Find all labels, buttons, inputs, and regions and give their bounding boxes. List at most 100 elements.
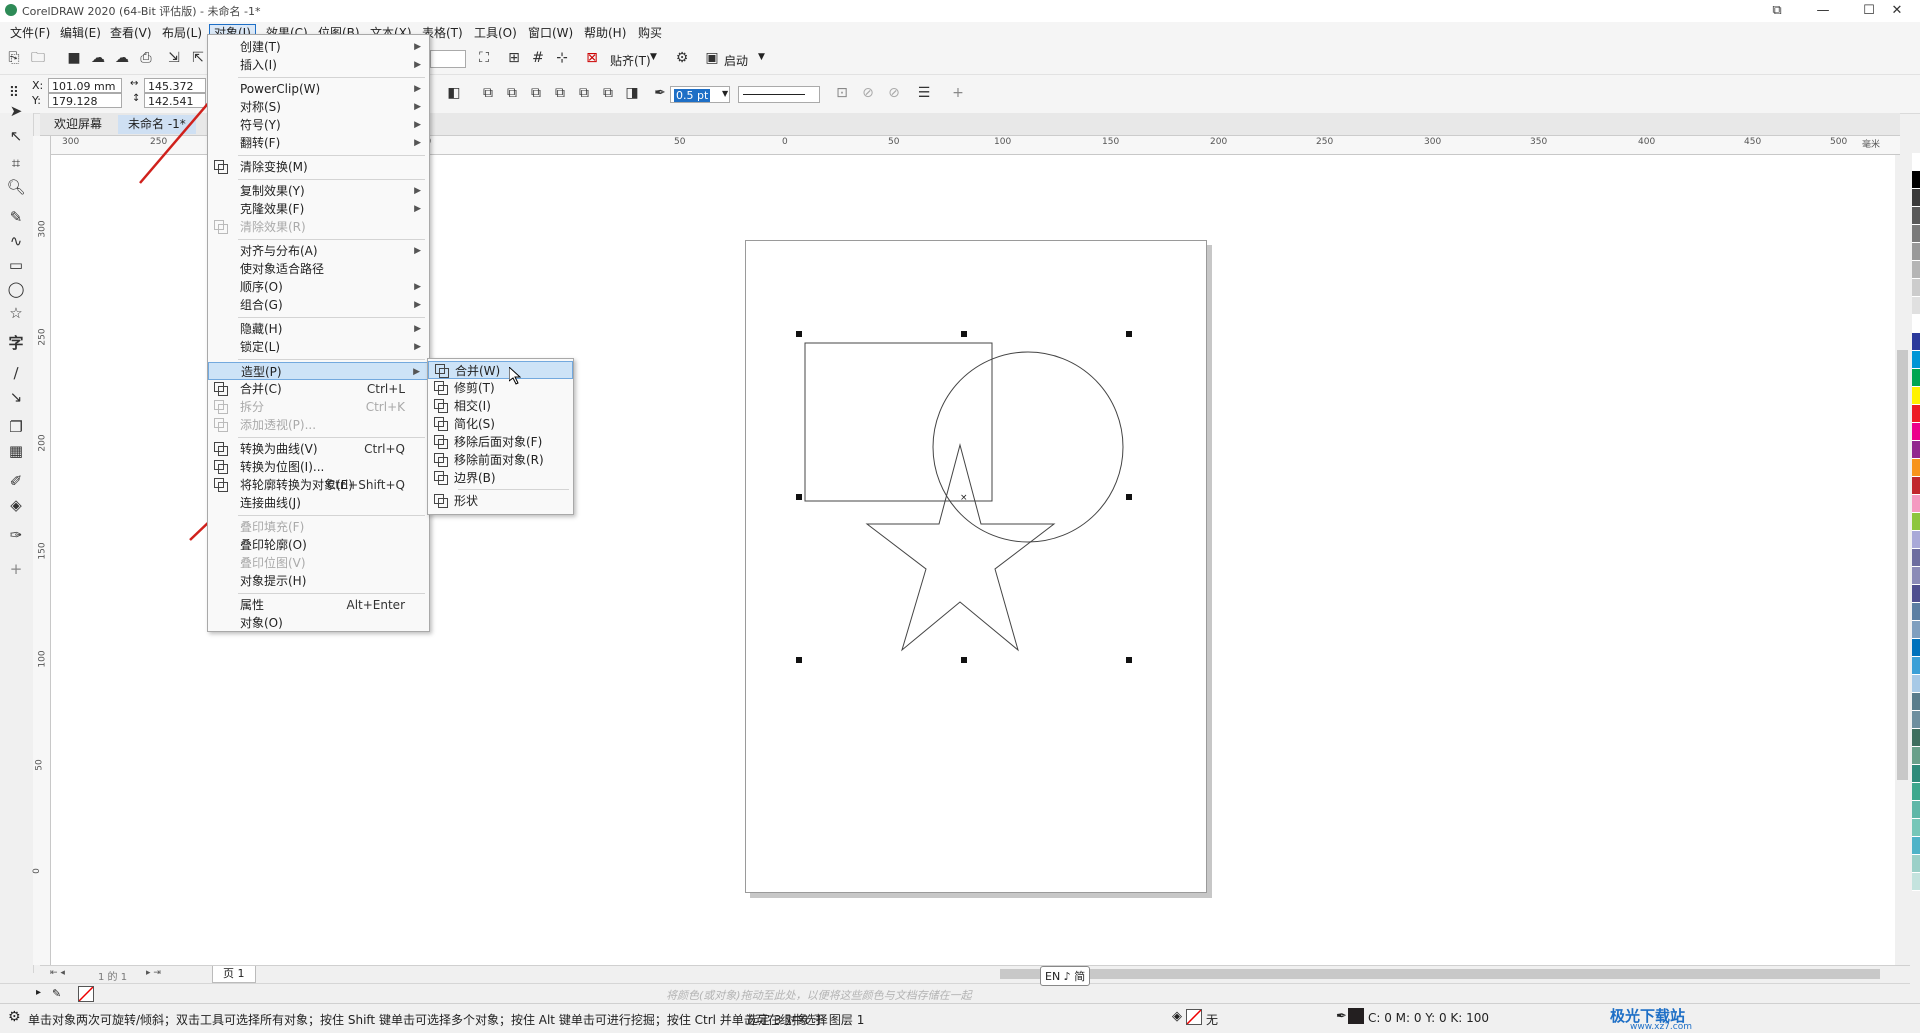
palette-swatch[interactable]: [1912, 837, 1920, 855]
palette-swatch[interactable]: [1912, 567, 1920, 585]
palette-swatch[interactable]: [1912, 585, 1920, 603]
palette-swatch[interactable]: [1912, 459, 1920, 477]
object-menu-item[interactable]: 转换为曲线(V) Ctrl+Q: [208, 440, 429, 458]
object-menu-item[interactable]: 合并(C) Ctrl+L: [208, 380, 429, 398]
palette-swatch[interactable]: [1912, 693, 1920, 711]
shaping-item[interactable]: 修剪(T): [428, 379, 573, 397]
object-menu-item[interactable]: 对称(S) ▶: [208, 98, 429, 116]
object-menu-item[interactable]: 符号(Y) ▶: [208, 116, 429, 134]
object-menu-item[interactable]: 锁定(L) ▶: [208, 338, 429, 356]
object-menu-item[interactable]: 创建(T) ▶: [208, 38, 429, 56]
palette-swatch[interactable]: [1912, 207, 1920, 225]
palette-swatch[interactable]: [1912, 819, 1920, 837]
menu-separator: [238, 179, 425, 180]
object-menu-item[interactable]: 插入(I) ▶: [208, 56, 429, 74]
palette-swatch[interactable]: [1912, 495, 1920, 513]
gear-icon[interactable]: ⚙: [8, 1009, 21, 1025]
palette-swatch[interactable]: [1912, 441, 1920, 459]
horizontal-scroll-thumb[interactable]: [1000, 969, 1880, 979]
shaping-item[interactable]: 合并(W): [428, 361, 573, 379]
palette-swatch[interactable]: [1912, 423, 1920, 441]
object-menu-item[interactable]: 使对象适合路径: [208, 260, 429, 278]
object-menu-item[interactable]: 连接曲线(J): [208, 494, 429, 512]
star-shape[interactable]: [865, 443, 1056, 652]
palette-swatch[interactable]: [1912, 603, 1920, 621]
palette-swatch[interactable]: [1912, 369, 1920, 387]
palette-swatch[interactable]: [1912, 225, 1920, 243]
object-menu-item[interactable]: 克隆效果(F) ▶: [208, 200, 429, 218]
object-menu-item[interactable]: 翻转(F) ▶: [208, 134, 429, 152]
page-tab[interactable]: 页 1: [212, 966, 256, 983]
palette-swatch[interactable]: [1912, 333, 1920, 351]
palette-menu-icon[interactable]: ▸: [36, 987, 41, 998]
ime-indicator[interactable]: EN ♪ 简: [1040, 966, 1091, 986]
circle-shape[interactable]: [932, 351, 1124, 543]
object-menu-item[interactable]: 对齐与分布(A) ▶: [208, 242, 429, 260]
object-menu-item[interactable]: 隐藏(H) ▶: [208, 320, 429, 338]
palette-swatch[interactable]: [1912, 513, 1920, 531]
palette-swatch[interactable]: [1912, 747, 1920, 765]
palette-swatch[interactable]: [1912, 351, 1920, 369]
palette-swatch[interactable]: [1912, 783, 1920, 801]
menu-item-shortcut: Alt+Enter: [346, 598, 405, 612]
fill-swatch[interactable]: [1186, 1009, 1202, 1025]
palette-swatch[interactable]: [1912, 315, 1920, 333]
palette-swatch[interactable]: [1912, 387, 1920, 405]
palette-swatch[interactable]: [1912, 189, 1920, 207]
object-menu-item[interactable]: 对象提示(H): [208, 572, 429, 590]
palette-swatch[interactable]: [1912, 765, 1920, 783]
vertical-scroll-thumb[interactable]: [1897, 350, 1908, 780]
object-menu-item[interactable]: 复制效果(Y) ▶: [208, 182, 429, 200]
menu-item-label: 清除变换(M): [240, 160, 308, 174]
object-menu-item[interactable]: 造型(P) ▶: [208, 362, 429, 380]
palette-swatch[interactable]: [1912, 153, 1920, 171]
palette-swatch[interactable]: [1912, 549, 1920, 567]
no-color-swatch[interactable]: [78, 986, 94, 1002]
palette-swatch[interactable]: [1912, 639, 1920, 657]
palette-swatch[interactable]: [1912, 621, 1920, 639]
palette-swatch[interactable]: [1912, 801, 1920, 819]
shaping-item[interactable]: 简化(S): [428, 415, 573, 433]
object-menu-item: 清除效果(R): [208, 218, 429, 236]
menu-item-icon: [434, 471, 448, 485]
object-menu-item[interactable]: 对象(O): [208, 614, 429, 632]
palette-swatch[interactable]: [1912, 297, 1920, 315]
page-counter: 1 的 1: [98, 972, 128, 983]
palette-swatch[interactable]: [1912, 855, 1920, 873]
shaping-item[interactable]: 相交(I): [428, 397, 573, 415]
shaping-submenu: 合并(W) 修剪(T) 相交(I) 简化(S) 移除后面对象(F) 移除前面对象(R) 边界…: [427, 358, 574, 515]
palette-swatch[interactable]: [1912, 477, 1920, 495]
page-nav-first-icon[interactable]: ⇤ ◂: [50, 968, 65, 978]
palette-swatch[interactable]: [1912, 405, 1920, 423]
object-menu-item[interactable]: 转换为位图(I)...: [208, 458, 429, 476]
shaping-item[interactable]: 移除后面对象(F): [428, 433, 573, 451]
object-menu-item[interactable]: 组合(G) ▶: [208, 296, 429, 314]
shaping-item[interactable]: 形状: [428, 492, 573, 510]
palette-swatch[interactable]: [1912, 531, 1920, 549]
palette-swatch[interactable]: [1912, 675, 1920, 693]
palette-swatch[interactable]: [1912, 657, 1920, 675]
object-menu-item[interactable]: PowerClip(W) ▶: [208, 80, 429, 98]
eyedropper-icon[interactable]: ✎: [52, 987, 61, 1000]
palette-swatch[interactable]: [1912, 279, 1920, 297]
page-nav-last-icon[interactable]: ▸ ⇥: [146, 968, 161, 978]
object-menu-item[interactable]: 顺序(O) ▶: [208, 278, 429, 296]
outline-color-swatch[interactable]: [1348, 1008, 1364, 1024]
palette-swatch[interactable]: [1912, 261, 1920, 279]
object-menu-item[interactable]: 清除变换(M): [208, 158, 429, 176]
object-menu-item[interactable]: 属性 Alt+Enter: [208, 596, 429, 614]
menu-item-icon: [434, 435, 448, 449]
palette-swatch[interactable]: [1912, 171, 1920, 189]
palette-swatch[interactable]: [1912, 729, 1920, 747]
color-palette[interactable]: [1912, 113, 1920, 993]
palette-swatch[interactable]: [1912, 711, 1920, 729]
object-menu-item[interactable]: 将轮廓转换为对象(E) Ctrl+Shift+Q: [208, 476, 429, 494]
object-menu-item[interactable]: 叠印轮廓(O): [208, 536, 429, 554]
shaping-item[interactable]: 边界(B): [428, 469, 573, 487]
menu-item-label: 叠印位图(V): [240, 556, 306, 570]
shaping-item[interactable]: 移除前面对象(R): [428, 451, 573, 469]
rectangle-shape[interactable]: [804, 342, 993, 502]
menu-item-label: 对齐与分布(A): [240, 244, 318, 258]
palette-swatch[interactable]: [1912, 873, 1920, 891]
palette-swatch[interactable]: [1912, 243, 1920, 261]
